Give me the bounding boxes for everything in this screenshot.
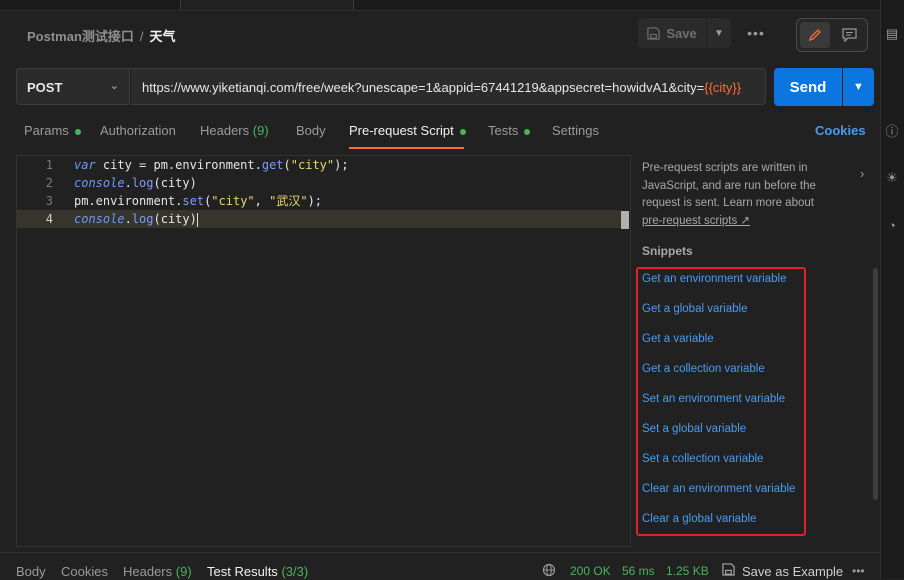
tab-label: Headers bbox=[200, 123, 250, 138]
save-label: Save bbox=[666, 25, 697, 41]
tab-settings[interactable]: Settings bbox=[552, 123, 599, 138]
snippet-get-global-variable[interactable]: Get a global variable bbox=[642, 303, 747, 315]
snippet-set-environment-variable[interactable]: Set an environment variable bbox=[642, 393, 785, 405]
code-line-current: 4 console.log(city) bbox=[17, 210, 621, 228]
method-label: POST bbox=[27, 80, 63, 95]
send-options-button[interactable]: ▼ bbox=[843, 68, 874, 106]
tab-label: Test Results bbox=[207, 564, 278, 579]
edit-mode-button[interactable] bbox=[800, 22, 830, 48]
tab-label: Body bbox=[16, 564, 46, 579]
line-number: 3 bbox=[45, 194, 53, 208]
status-dot bbox=[524, 128, 531, 135]
response-tab-body[interactable]: Body bbox=[16, 564, 46, 579]
comment-icon bbox=[841, 28, 857, 42]
code-text: pm.environment.set("city", "武汉"); bbox=[74, 194, 323, 208]
save-as-example-button[interactable]: Save as Example bbox=[742, 564, 843, 579]
response-status[interactable]: 200 OK bbox=[570, 564, 611, 578]
snippet-clear-global-variable[interactable]: Clear a global variable bbox=[642, 513, 756, 525]
tab-count: (9) bbox=[252, 123, 269, 138]
docs-icon[interactable]: ▤ bbox=[884, 26, 900, 42]
script-editor[interactable]: 1 var city = pm.environment.get("city");… bbox=[16, 155, 631, 547]
save-icon bbox=[647, 26, 660, 40]
line-number: 2 bbox=[45, 176, 53, 190]
url-input[interactable]: https://www.yiketianqi.com/free/week?une… bbox=[131, 68, 766, 105]
line-number: 4 bbox=[45, 212, 53, 226]
top-tab-strip bbox=[0, 0, 880, 11]
tab-body[interactable]: Body bbox=[296, 123, 326, 138]
tab-label: Tests bbox=[488, 123, 519, 138]
status-dot bbox=[459, 128, 466, 135]
snippets-scrollbar[interactable] bbox=[873, 268, 878, 500]
snippet-set-collection-variable[interactable]: Set a collection variable bbox=[642, 453, 763, 465]
script-info: Pre-request scripts are written in JavaS… bbox=[642, 160, 832, 230]
minimap-indicator[interactable] bbox=[621, 211, 629, 229]
cookies-link[interactable]: Cookies bbox=[815, 123, 866, 138]
code-text: var city = pm.environment.get("city"); bbox=[74, 158, 349, 172]
snippet-set-global-variable[interactable]: Set a global variable bbox=[642, 423, 746, 435]
line-number: 1 bbox=[45, 158, 53, 172]
snippet-clear-environment-variable[interactable]: Clear an environment variable bbox=[642, 483, 795, 495]
bulb-icon[interactable]: ☀ bbox=[884, 170, 900, 186]
response-tab-cookies[interactable]: Cookies bbox=[61, 564, 108, 579]
chevron-down-icon: ⌄ bbox=[109, 80, 119, 92]
more-options-button[interactable]: ••• bbox=[742, 18, 770, 48]
url-text: https://www.yiketianqi.com/free/week?une… bbox=[142, 80, 705, 95]
chevron-down-icon: ▼ bbox=[853, 81, 864, 93]
breadcrumb: Postman测试接口 / 天气 bbox=[27, 26, 176, 45]
code-text: console.log(city) bbox=[74, 176, 197, 190]
save-icon bbox=[722, 563, 735, 579]
tab-count: (3/3) bbox=[281, 564, 309, 579]
snippets-title: Snippets bbox=[642, 244, 693, 258]
tab-pre-request-script[interactable]: Pre-request Script bbox=[349, 123, 466, 138]
code-text: console.log(city) bbox=[74, 212, 198, 227]
comments-button[interactable] bbox=[834, 22, 864, 48]
tab-headers[interactable]: Headers (9) bbox=[200, 123, 269, 138]
response-time[interactable]: 56 ms bbox=[622, 564, 655, 578]
pre-request-scripts-link[interactable]: pre-request scripts ↗ bbox=[642, 215, 750, 227]
response-bar: Body Cookies Headers (9) Test Results (3… bbox=[0, 552, 880, 579]
breadcrumb-collection[interactable]: Postman测试接口 bbox=[27, 29, 134, 44]
chevron-right-icon[interactable]: › bbox=[860, 166, 864, 181]
snippet-get-collection-variable[interactable]: Get a collection variable bbox=[642, 363, 765, 375]
info-text: Pre-request scripts are written in JavaS… bbox=[642, 162, 816, 209]
active-tab-indicator bbox=[349, 147, 464, 149]
breadcrumb-separator: / bbox=[139, 29, 144, 44]
send-button[interactable]: Send bbox=[774, 68, 842, 106]
tab-tests[interactable]: Tests bbox=[488, 123, 531, 138]
tab-label: Cookies bbox=[61, 564, 108, 579]
right-sidebar: ▤ ⓘ ☀ ◔ bbox=[880, 0, 904, 578]
tab-label: Params bbox=[24, 123, 69, 138]
text-cursor bbox=[196, 212, 198, 227]
save-options-button[interactable]: ▼ bbox=[707, 18, 731, 48]
chevron-down-icon: ▼ bbox=[714, 27, 724, 39]
code-line: 1 var city = pm.environment.get("city"); bbox=[17, 156, 630, 174]
snippet-get-environment-variable[interactable]: Get an environment variable bbox=[642, 273, 786, 285]
globe-icon[interactable] bbox=[542, 563, 556, 580]
status-dot bbox=[74, 128, 81, 135]
tab-label: Headers bbox=[123, 564, 173, 579]
tab-label: Authorization bbox=[100, 123, 176, 138]
snippet-get-variable[interactable]: Get a variable bbox=[642, 333, 714, 345]
code-line: 3 pm.environment.set("city", "武汉"); bbox=[17, 192, 630, 210]
code-icon[interactable]: ◔ bbox=[884, 218, 900, 234]
save-button[interactable]: Save bbox=[638, 18, 706, 48]
request-name[interactable]: 天气 bbox=[150, 29, 176, 44]
url-variable: {{city}} bbox=[704, 80, 742, 95]
tab-label: Settings bbox=[552, 123, 599, 138]
tab-count: (9) bbox=[175, 564, 192, 579]
active-request-tab[interactable] bbox=[180, 0, 354, 10]
response-tab-headers[interactable]: Headers (9) bbox=[123, 564, 192, 579]
tab-params[interactable]: Params bbox=[24, 123, 81, 138]
code-line: 2 console.log(city) bbox=[17, 174, 630, 192]
info-icon[interactable]: ⓘ bbox=[884, 124, 900, 140]
pencil-icon bbox=[808, 29, 821, 42]
tab-label: Pre-request Script bbox=[349, 123, 454, 138]
response-size[interactable]: 1.25 KB bbox=[666, 564, 709, 578]
tab-authorization[interactable]: Authorization bbox=[100, 123, 176, 138]
method-select[interactable]: POST ⌄ bbox=[16, 68, 130, 105]
response-tab-test-results[interactable]: Test Results (3/3) bbox=[207, 564, 308, 579]
response-more-button[interactable]: ••• bbox=[852, 564, 865, 578]
tab-label: Body bbox=[296, 123, 326, 138]
mode-toggle bbox=[796, 18, 868, 52]
